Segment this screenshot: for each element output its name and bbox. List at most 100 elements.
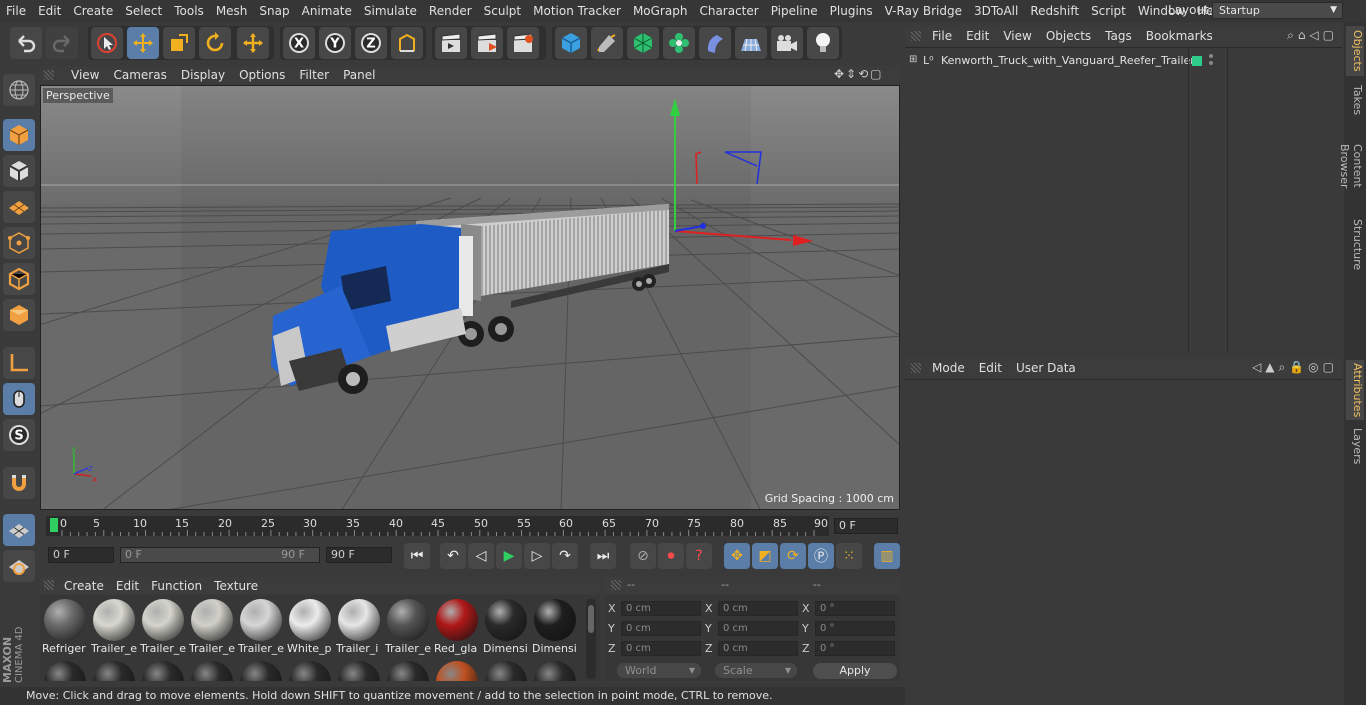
material-menu-function[interactable]: Function xyxy=(145,579,208,593)
attribute-manager-tools-icons[interactable]: ◁▲⌕🔒◎▢ xyxy=(1252,360,1338,375)
viewport-menu-options[interactable]: Options xyxy=(232,68,292,82)
workplane-mode-button[interactable] xyxy=(3,191,35,223)
render-view-button[interactable] xyxy=(435,27,467,59)
material-thumb[interactable]: White_p xyxy=(287,597,333,655)
menu-motion-tracker[interactable]: Motion Tracker xyxy=(527,4,627,18)
material-thumb-row2[interactable] xyxy=(238,659,284,681)
viewport-nav-icons[interactable]: ✥⇕⟲▢ xyxy=(834,67,884,81)
tab-content-browser[interactable]: Content Browser xyxy=(1338,122,1364,210)
attribute-menu-edit[interactable]: Edit xyxy=(972,361,1009,375)
coord-value-field[interactable]: 0 cm xyxy=(621,601,701,616)
next-frame-button[interactable]: ▷ xyxy=(524,543,550,569)
x-axis-button[interactable]: X xyxy=(283,27,315,59)
material-thumb-row2[interactable] xyxy=(91,659,137,681)
material-thumb[interactable]: Dimensi xyxy=(532,597,578,655)
live-selection-button[interactable] xyxy=(91,27,123,59)
coord-value-field[interactable]: 0 cm xyxy=(718,641,798,656)
menu-render[interactable]: Render xyxy=(423,4,478,18)
tab-attributes[interactable]: Attributes xyxy=(1346,360,1364,420)
render-picture-viewer-button[interactable] xyxy=(471,27,503,59)
menu-sculpt[interactable]: Sculpt xyxy=(478,4,527,18)
key-position-button[interactable]: ✥ xyxy=(724,543,750,569)
workplane-lock-button[interactable] xyxy=(3,514,35,546)
material-thumb-row2[interactable] xyxy=(483,659,529,681)
rotate-tool-button[interactable] xyxy=(199,27,231,59)
timeline-window-button[interactable]: ▥ xyxy=(874,543,900,569)
viewport-menu-display[interactable]: Display xyxy=(174,68,232,82)
material-thumb[interactable]: Trailer_i xyxy=(336,597,382,655)
polygons-mode-button[interactable] xyxy=(3,299,35,331)
axis-mode-button[interactable] xyxy=(3,347,35,379)
coord-value-field[interactable]: 0 cm xyxy=(718,601,798,616)
camera-button[interactable] xyxy=(771,27,803,59)
menu-vray-bridge[interactable]: V-Ray Bridge xyxy=(879,4,968,18)
material-thumb[interactable]: Trailer_e xyxy=(238,597,284,655)
material-thumb-row2[interactable] xyxy=(287,659,333,681)
coord-value-field[interactable]: 0 cm xyxy=(718,621,798,636)
coord-value-field[interactable]: 0 ° xyxy=(815,641,895,656)
previous-key-button[interactable]: ↶ xyxy=(440,543,466,569)
snap-button[interactable] xyxy=(3,467,35,499)
next-key-button[interactable]: ↷ xyxy=(552,543,578,569)
material-thumb[interactable]: Trailer_e xyxy=(91,597,137,655)
material-thumb-row2[interactable] xyxy=(532,659,578,681)
z-axis-button[interactable]: Z xyxy=(355,27,387,59)
planar-workplane-button[interactable] xyxy=(3,550,35,582)
menu-select[interactable]: Select xyxy=(119,4,168,18)
key-pla-button[interactable]: ⁙ xyxy=(836,543,862,569)
key-parameter-button[interactable]: Ⓟ xyxy=(808,543,834,569)
viewport-menu-panel[interactable]: Panel xyxy=(336,68,382,82)
end-frame-field[interactable]: 90 F xyxy=(326,547,392,563)
viewport-menu-view[interactable]: View xyxy=(64,68,106,82)
keyframe-selection-button[interactable]: ? xyxy=(686,543,712,569)
object-row[interactable]: ⊞ L⁰ Kenworth_Truck_with_Vanguard_Reefer… xyxy=(905,52,1342,70)
autokey-button[interactable]: ⏺ xyxy=(658,543,684,569)
menu-character[interactable]: Character xyxy=(693,4,764,18)
menu-animate[interactable]: Animate xyxy=(296,4,358,18)
key-rotation-button[interactable]: ⟳ xyxy=(780,543,806,569)
viewport-perspective[interactable]: y x z Perspective Grid Spacing : 1000 cm xyxy=(40,85,900,510)
tweak-mode-button[interactable] xyxy=(3,383,35,415)
render-settings-button[interactable] xyxy=(507,27,539,59)
apply-button[interactable]: Apply xyxy=(813,663,897,679)
coord-value-field[interactable]: 0 ° xyxy=(815,621,895,636)
material-thumb-row2[interactable] xyxy=(42,659,88,681)
menu-mesh[interactable]: Mesh xyxy=(210,4,254,18)
cube-button[interactable] xyxy=(555,27,587,59)
menu-pipeline[interactable]: Pipeline xyxy=(765,4,824,18)
material-menu-edit[interactable]: Edit xyxy=(110,579,145,593)
material-scrollbar[interactable] xyxy=(586,599,596,679)
points-mode-button[interactable] xyxy=(3,227,35,259)
camera-label[interactable]: Perspective xyxy=(43,88,113,103)
menu-tools[interactable]: Tools xyxy=(168,4,210,18)
current-frame-field[interactable]: 0 F xyxy=(834,518,898,534)
object-menu-file[interactable]: File xyxy=(925,29,959,43)
pen-spline-button[interactable] xyxy=(591,27,623,59)
panel-grip-icon[interactable] xyxy=(911,363,921,373)
attribute-menu-user-data[interactable]: User Data xyxy=(1009,361,1083,375)
coordinate-system-button[interactable] xyxy=(391,27,423,59)
scale-dropdown[interactable]: Scale ▼ xyxy=(715,663,797,678)
make-editable-button[interactable] xyxy=(3,74,35,106)
object-manager-tools-icons[interactable]: ⌕⌂◁▢ xyxy=(1287,28,1338,43)
tab-objects[interactable]: Objects xyxy=(1346,26,1364,76)
redo-button[interactable] xyxy=(46,27,78,59)
menu-simulate[interactable]: Simulate xyxy=(358,4,423,18)
material-thumb-row2[interactable] xyxy=(336,659,382,681)
object-menu-tags[interactable]: Tags xyxy=(1098,29,1139,43)
material-thumb[interactable]: Refriger xyxy=(42,597,88,655)
menu-redshift[interactable]: Redshift xyxy=(1024,4,1085,18)
expand-icon[interactable]: ⊞ xyxy=(909,54,917,65)
menu-create[interactable]: Create xyxy=(67,4,119,18)
object-menu-objects[interactable]: Objects xyxy=(1039,29,1098,43)
solo-button[interactable]: S xyxy=(3,419,35,451)
material-thumb[interactable]: Red_gla xyxy=(434,597,480,655)
move-tool-button[interactable] xyxy=(127,27,159,59)
recent-tool-button[interactable] xyxy=(237,27,269,59)
material-thumb-row2[interactable] xyxy=(434,659,480,681)
render-visibility-dot[interactable] xyxy=(1209,61,1213,65)
material-thumb[interactable]: Trailer_e xyxy=(385,597,431,655)
record-keys-button[interactable]: ⊘ xyxy=(630,543,656,569)
key-scale-button[interactable]: ◩ xyxy=(752,543,778,569)
y-axis-button[interactable]: Y xyxy=(319,27,351,59)
